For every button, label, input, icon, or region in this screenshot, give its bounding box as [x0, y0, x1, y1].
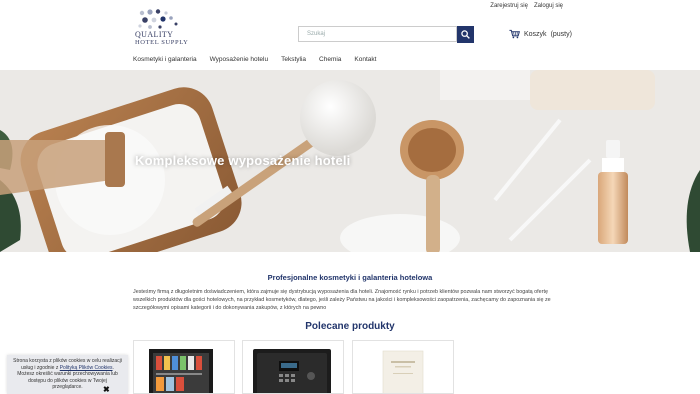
- search-input[interactable]: Szukaj: [298, 26, 457, 42]
- featured-heading: Polecane produkty: [305, 321, 395, 332]
- intro-heading: Profesjonalne kosmetyki i galanteria hot…: [267, 273, 433, 282]
- nav-item-equipment[interactable]: Wyposażenie hotelu: [210, 56, 268, 63]
- cookie-close-button[interactable]: ✖: [103, 386, 110, 394]
- product-card-amenity[interactable]: [352, 340, 454, 394]
- account-links: Zarejestruj się Zaloguj się: [490, 3, 563, 9]
- nav-item-contact[interactable]: Kontakt: [354, 56, 376, 63]
- nav-item-chemicals[interactable]: Chemia: [319, 56, 341, 63]
- logo-wordmark[interactable]: QUALITY: [135, 30, 173, 39]
- register-link[interactable]: Zarejestruj się: [490, 3, 528, 9]
- logo-icon[interactable]: [136, 9, 180, 31]
- nav-item-textiles[interactable]: Tekstylia: [281, 56, 306, 63]
- amenity-image: [382, 350, 424, 393]
- main-nav: Kosmetyki i galanteria Wyposażenie hotel…: [133, 56, 376, 63]
- search-button[interactable]: [457, 26, 474, 43]
- cookie-policy-link[interactable]: Polityką Plików Cookies: [60, 365, 113, 371]
- cart-icon: [509, 29, 520, 39]
- product-card-safe[interactable]: [242, 340, 344, 394]
- search-icon: [461, 30, 470, 39]
- cart-label: Koszyk: [524, 30, 547, 38]
- logo-tagline[interactable]: HOTEL SUPPLY: [135, 39, 188, 46]
- hero-title: Kompleksowe wyposażenie hoteli: [135, 153, 351, 168]
- safe-image: [253, 349, 331, 393]
- product-card-minibar[interactable]: [133, 340, 235, 394]
- intro-paragraph: Jesteśmy firmą z długoletnim doświadczen…: [133, 289, 551, 312]
- nav-item-cosmetics[interactable]: Kosmetyki i galanteria: [133, 56, 197, 63]
- login-link[interactable]: Zaloguj się: [534, 3, 563, 9]
- minibar-image: [149, 349, 213, 393]
- cart-link[interactable]: Koszyk (pusty): [509, 29, 572, 39]
- cart-status: (pusty): [550, 30, 572, 38]
